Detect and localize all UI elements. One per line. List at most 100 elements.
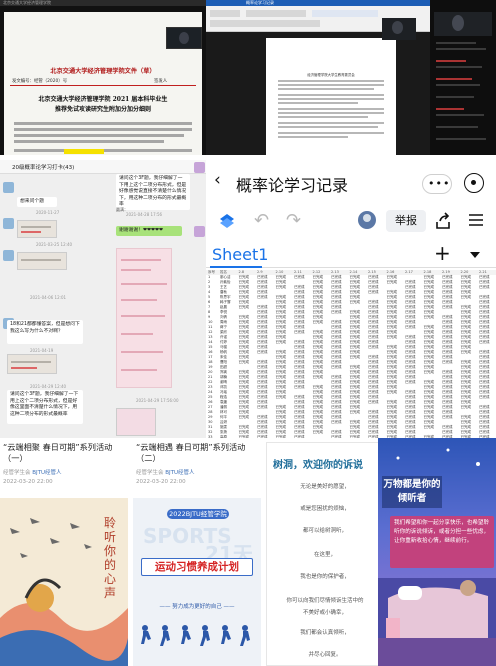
table-cell[interactable]: 13 [208,335,212,339]
undo-icon[interactable]: ↶ [254,212,269,230]
chat-message[interactable]: 18和21都都懂答案，但是想问下我这么写为什么不对啊？ [7,320,83,344]
table-cell[interactable]: 2.11 [294,270,302,274]
chat-image[interactable] [17,252,67,270]
table-cell[interactable]: 11 [208,325,212,329]
table-cell[interactable]: 2.21 [479,270,487,274]
table-cell[interactable]: 2.20 [461,270,469,274]
report-button[interactable]: 举报 [386,210,426,232]
more-options-button[interactable]: ••• [422,174,452,194]
poster-text-line: 你可以向我们尽情倾诉生活中的 [286,598,364,604]
table-cell[interactable]: 24 [208,390,212,394]
chat-image[interactable] [116,408,156,436]
table-cell[interactable]: 3 [208,285,210,289]
table-cell[interactable]: 17 [208,355,212,359]
red-divider [10,85,196,86]
table-cell[interactable]: 15 [208,345,212,349]
image-line [21,259,61,261]
poster-card[interactable]: 万物都是你的倾听者 我们希望和你一起分享快乐，也希望聆听你的诉说倾诉，或者分担一… [378,438,496,666]
avatar[interactable] [358,211,376,229]
table-cell[interactable]: 26 [208,400,212,404]
share-icon[interactable] [434,212,452,230]
word-text-line [278,98,384,100]
avatar[interactable] [3,218,14,229]
table-cell[interactable]: 2.12 [313,270,321,274]
table-cell[interactable]: 12 [208,330,212,334]
close-miniprogram-button[interactable] [464,173,484,193]
chevron-left-icon[interactable]: ‹ [214,172,221,189]
panel-line [436,42,476,44]
table-cell[interactable]: 8 [208,310,210,314]
redo-icon[interactable]: ↷ [286,212,301,230]
table-cell[interactable]: 2.16 [387,270,395,274]
chat-message[interactable]: 请问这个3F题，我仔细解了一下用上这个二项分布形式，但是好像这里面不清楚什么情况… [7,390,83,424]
table-cell[interactable]: 6 [208,300,210,304]
chat-message[interactable]: 想来问个题 [17,197,57,207]
table-cell[interactable]: 5 [208,295,210,299]
article-card[interactable]: “云端相遇 春日可期”系列活动 （二） 经管学生会 BJTU经管人 2022-03… [133,438,261,666]
table-cell[interactable]: 27 [208,405,212,409]
notes-line [121,259,161,261]
document-heading-line1: 北京交通大学经济管理学院 2021 届本科毕业生 [38,96,168,103]
poster-text-line: 我们都会认真倾听， [300,630,350,636]
table-cell[interactable]: 2.10 [276,270,284,274]
table-cell[interactable]: 2 [208,280,210,284]
table-cell[interactable]: 2.18 [424,270,432,274]
table-cell[interactable]: 2.19 [442,270,450,274]
table-cell[interactable]: 9 [208,315,210,319]
table-cell[interactable]: 2.9 [257,270,263,274]
table-cell[interactable]: 25 [208,395,212,399]
notes-line [121,369,157,371]
table-cell[interactable]: 10 [208,320,212,324]
table-cell[interactable]: 31 [208,425,212,429]
table-cell[interactable]: 2.13 [331,270,339,274]
spreadsheet-grid[interactable]: 序号 姓名 2.8 2.9 2.10 2.11 2.12 2.13 2.14 2.15 2.16 2.… [206,270,496,438]
word-text-line [278,122,384,124]
avatar[interactable] [194,226,205,237]
table-cell[interactable]: 18 [208,360,212,364]
tab-sheet1[interactable]: Sheet1 [212,245,268,264]
sheet-dropdown-icon[interactable] [470,252,480,258]
chat-screenshot-left: 20级概率论学习打卡(43) 想来问个题 2020-11-27 2021-03-… [0,160,106,438]
chat-image[interactable] [17,220,57,238]
table-cell[interactable]: 30 [208,420,212,424]
word-text-line [278,112,384,114]
image-line [21,226,51,228]
card-image: 树洞，欢迎你的诉说 无论是美好的愿望， 或是您困扰的烦恼， 都可以给树洞听， 在… [266,442,380,666]
table-cell[interactable]: 23 [208,385,212,389]
chat-image[interactable] [7,354,57,374]
chat-message-own[interactable]: 谢谢谢谢！❤❤❤❤❤ [116,226,182,236]
table-cell[interactable]: 14 [208,340,212,344]
table-cell[interactable]: 32 [208,430,212,434]
table-cell[interactable]: 1 [208,275,210,279]
chat-image-notes[interactable] [116,248,172,388]
panel-line-red [436,108,464,110]
highlighted-text [64,149,104,154]
table-cell[interactable]: 22 [208,380,212,384]
table-cell[interactable]: 2.17 [405,270,413,274]
table-cell[interactable]: 7 [208,305,210,309]
runners-silhouette-image [141,625,250,646]
video-thumbnail [166,27,202,49]
table-cell[interactable]: 20 [208,370,212,374]
table-cell[interactable]: 28 [208,410,212,414]
article-card[interactable]: “云端相聚 春日可期”系列活动 （一） 经管学生会 BJTU经管人 2022-03… [0,438,128,666]
table-cell[interactable]: 19 [208,365,212,369]
word-page: 经济管理学院大学生教育委员会 [266,38,396,155]
table-cell[interactable]: 2.14 [350,270,358,274]
chat-message[interactable]: 请问这个3F题，我仔细解了一下用上这个二项分布形式，但是好像感觉说直接不清楚什么… [116,174,190,210]
poster-text-line: 都可以给树洞听， [302,528,347,534]
table-cell[interactable]: 2.15 [368,270,376,274]
word-text-line [278,126,378,128]
table-cell[interactable]: 16 [208,350,212,354]
poster-card[interactable]: 树洞，欢迎你的诉说 无论是美好的愿望， 或是您困扰的烦恼， 都可以给树洞听， 在… [266,438,380,666]
avatar[interactable] [3,250,14,261]
chat-header: 20级概率论学习打卡(43) [0,160,106,174]
table-cell[interactable]: 4 [208,290,210,294]
table-cell[interactable]: 29 [208,415,212,419]
table-cell[interactable]: 2.8 [239,270,245,274]
table-cell[interactable]: 21 [208,375,212,379]
menu-icon[interactable] [468,212,484,228]
avatar[interactable] [3,182,14,193]
add-sheet-button[interactable]: + [434,242,451,264]
avatar[interactable] [194,162,205,173]
